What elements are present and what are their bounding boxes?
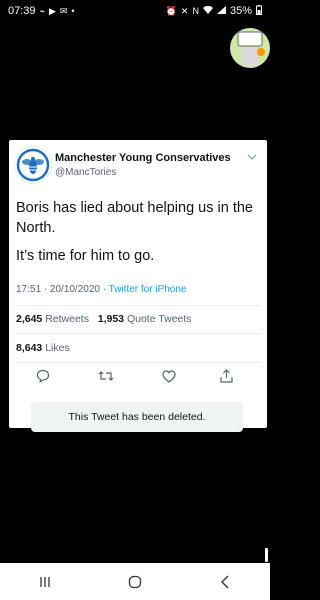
reply-icon[interactable] xyxy=(33,366,53,386)
divider xyxy=(16,305,260,306)
likes-count: 8,643 xyxy=(16,342,43,354)
tweet-meta: 17:51 · 20/10/2020 · Twitter for iPhone xyxy=(16,284,186,295)
tweet-text-line1: Boris has lied about helping us in the N… xyxy=(16,200,253,236)
retweets-label: Retweets xyxy=(45,313,89,325)
status-time: 07:39 xyxy=(8,5,36,17)
tweet-timestamp[interactable]: 17:51 · 20/10/2020 · xyxy=(16,284,109,295)
navigation-bar xyxy=(0,563,270,600)
status-right: ⏰ ✕ N 35% xyxy=(166,5,262,17)
youtube-icon: ▶ xyxy=(48,5,56,16)
home-icon[interactable] xyxy=(115,570,155,594)
nfc-icon: N xyxy=(192,5,199,16)
engagement-stats: 2,645 Retweets 1,953 Quote Tweets xyxy=(16,313,192,325)
mute-icon: ✕ xyxy=(180,5,189,16)
divider xyxy=(16,362,260,363)
likes-label: Likes xyxy=(45,342,70,354)
retweet-icon[interactable] xyxy=(96,366,116,386)
bee-logo-icon xyxy=(16,148,50,182)
author-name[interactable]: Manchester Young Conservatives xyxy=(55,152,231,164)
author-handle[interactable]: @MancTories xyxy=(55,167,116,178)
avatar[interactable] xyxy=(14,146,52,184)
quotes-count: 1,953 xyxy=(97,313,125,325)
divider xyxy=(16,333,260,334)
like-icon[interactable] xyxy=(159,366,179,386)
share-icon[interactable] xyxy=(216,366,236,386)
quotes-label: Quote Tweets xyxy=(126,313,192,325)
tweet-source-link[interactable]: Twitter for iPhone xyxy=(109,284,187,295)
likes-stat[interactable]: 8,643 Likes xyxy=(16,342,70,354)
tweet-actions xyxy=(9,366,267,388)
battery-icon xyxy=(256,5,262,17)
deleted-tweet-notice: This Tweet has been deleted. xyxy=(31,402,243,432)
usb-icon: ⌁ xyxy=(39,5,45,16)
alarm-icon: ⏰ xyxy=(165,5,177,16)
dot-icon: • xyxy=(71,5,75,16)
recent-apps-icon[interactable] xyxy=(25,570,65,594)
signal-icon xyxy=(216,6,226,16)
status-bar: 07:39 ⌁ ▶ ✉ • ⏰ ✕ N 35% xyxy=(0,0,270,22)
mail-icon: ✉ xyxy=(59,5,68,16)
battery-percent: 35% xyxy=(229,5,252,17)
wifi-icon xyxy=(202,5,213,16)
tweet-card[interactable]: Manchester Young Conservatives @MancTori… xyxy=(9,140,267,436)
retweets-stat[interactable]: 2,645 Retweets xyxy=(16,313,89,325)
chat-head-bubble[interactable] xyxy=(228,24,270,74)
back-icon[interactable] xyxy=(205,570,245,594)
tweet-text-line2: It’s time for him to go. xyxy=(16,248,155,264)
home-indicator xyxy=(62,432,198,436)
retweets-count: 2,645 xyxy=(16,313,43,325)
status-left: 07:39 ⌁ ▶ ✉ • xyxy=(8,5,75,17)
quotes-stat[interactable]: 1,953 Quote Tweets xyxy=(98,313,192,325)
scrollbar[interactable] xyxy=(265,548,268,562)
chevron-down-icon[interactable] xyxy=(247,152,257,162)
